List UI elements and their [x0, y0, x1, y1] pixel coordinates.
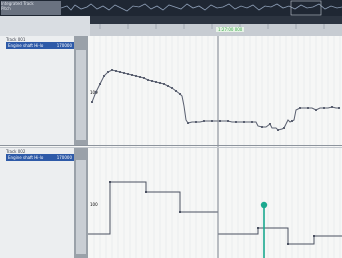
header-corner: [0, 16, 91, 36]
track-name-bar-1[interactable]: Engine shaft Hi-lo 170000: [6, 42, 74, 49]
track-scale-slider-2[interactable]: [76, 160, 86, 254]
track-name-bar-2[interactable]: Engine shaft Hi-lo 170000: [6, 154, 74, 161]
track-scale-slider-1[interactable]: [76, 50, 86, 140]
lane-divider-shadow: [0, 147, 342, 148]
overview-viewport[interactable]: [290, 0, 322, 16]
overview-label: Integrated Track Pitch: [1, 1, 61, 15]
track-header-1[interactable]: [0, 36, 75, 145]
lane1-automation-curve[interactable]: [91, 69, 340, 131]
track-value-2: 170000: [56, 155, 72, 160]
lane2-axis-label: 100: [90, 202, 98, 207]
lane-divider[interactable]: [0, 145, 342, 146]
automation-editor-window: Integrated Track Pitch 1:27:00 000 Track…: [0, 0, 342, 258]
time-readout: 1:27:00 000: [216, 27, 245, 32]
track-name-2: Engine shaft Hi-lo: [8, 155, 44, 160]
lane1-edit-points[interactable]: [91, 69, 340, 131]
overview-strip[interactable]: Integrated Track Pitch: [0, 0, 342, 16]
selected-edit-point-icon[interactable]: [260, 201, 268, 209]
track-header-2[interactable]: [0, 148, 75, 258]
overview-subtitle: Pitch: [1, 6, 11, 11]
track-name-1: Engine shaft Hi-lo: [8, 43, 44, 48]
lane2-edit-points[interactable]: [109, 181, 315, 245]
overview-waveform[interactable]: [61, 0, 342, 16]
track-value-1: 170000: [56, 43, 72, 48]
ruler-bar[interactable]: [90, 16, 342, 24]
